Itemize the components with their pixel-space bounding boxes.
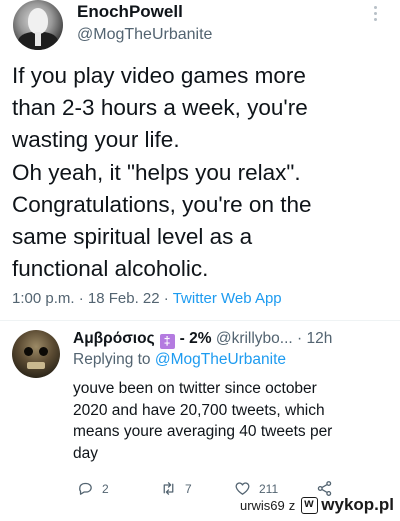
- tweet-line: same spiritual level as a: [12, 224, 253, 250]
- reply-text: youve been on twitter since october 2020…: [73, 378, 391, 464]
- reply-line: 2020 and have 20,700 tweets, which: [73, 401, 325, 419]
- tweet-text: If you play video games more than 2-3 ho…: [12, 60, 392, 285]
- reply-action-button[interactable]: 2: [77, 480, 109, 497]
- tweet-meta: 1:00 p.m. · 18 Feb. 22 · Twitter Web App: [12, 290, 282, 307]
- replying-mention[interactable]: @MogTheUrbanite: [155, 351, 286, 368]
- tweet-date[interactable]: 18 Feb. 22: [88, 290, 160, 307]
- avatar-eye: [24, 347, 33, 356]
- reply-avatar[interactable]: [12, 330, 60, 378]
- tweet-time[interactable]: 1:00 p.m.: [12, 290, 75, 307]
- like-count: 211: [259, 481, 279, 496]
- divider: [0, 320, 400, 321]
- avatar-teeth: [27, 362, 45, 369]
- avatar-tie: [35, 32, 41, 46]
- reply-icon: [79, 482, 92, 495]
- tweet-line: Oh yeah, it "helps you relax".: [12, 159, 301, 185]
- reply-display-name[interactable]: Αμβρόσιος: [73, 330, 155, 347]
- watermark-brand: wykop.pl: [321, 495, 394, 514]
- more-options-icon[interactable]: [373, 6, 379, 24]
- retweet-icon: [163, 482, 174, 495]
- tweet-line: If you play video games more: [12, 63, 306, 88]
- retweet-action-button[interactable]: 7: [160, 480, 192, 497]
- badge-icon: ‡: [159, 334, 175, 349]
- wykop-logo-icon: [301, 496, 319, 514]
- tweet-line: Congratulations, you're on the: [12, 191, 312, 217]
- tweet-line: than 2-3 hours a week, you're: [12, 95, 308, 121]
- reply-header: Αμβρόσιος ‡ - 2% @krillybo... · 12h: [73, 330, 332, 349]
- author-handle[interactable]: @MogTheUrbanite: [77, 26, 212, 44]
- retweet-count: 7: [185, 481, 192, 496]
- reply-line: youve been on twitter since october: [73, 380, 317, 397]
- avatar-face: [28, 8, 48, 34]
- author-display-name[interactable]: EnochPowell: [77, 2, 183, 22]
- reply-count: 2: [102, 481, 109, 496]
- reply-percent: - 2%: [179, 330, 212, 347]
- watermark-prep: z: [288, 497, 296, 513]
- tweet-line: functional alcoholic.: [12, 256, 209, 282]
- reply-handle[interactable]: @krillybo...: [216, 330, 293, 347]
- tweet-line: wasting your life.: [12, 127, 180, 153]
- tweet-source[interactable]: Twitter Web App: [173, 290, 282, 307]
- replying-prefix: Replying to: [73, 351, 151, 368]
- author-avatar[interactable]: [13, 0, 63, 50]
- reply-age[interactable]: · 12h: [297, 330, 332, 347]
- reply-line: day: [73, 444, 98, 462]
- watermark-user: urwis69: [239, 497, 285, 513]
- replying-to: Replying to @MogTheUrbanite: [73, 351, 286, 369]
- wykop-watermark: urwis69 z wykop.pl: [240, 495, 394, 515]
- avatar-eye: [39, 347, 48, 356]
- meta-separator: ·: [78, 290, 84, 307]
- reply-line: means youre averaging 40 tweets per: [73, 423, 333, 440]
- meta-separator: ·: [163, 290, 169, 307]
